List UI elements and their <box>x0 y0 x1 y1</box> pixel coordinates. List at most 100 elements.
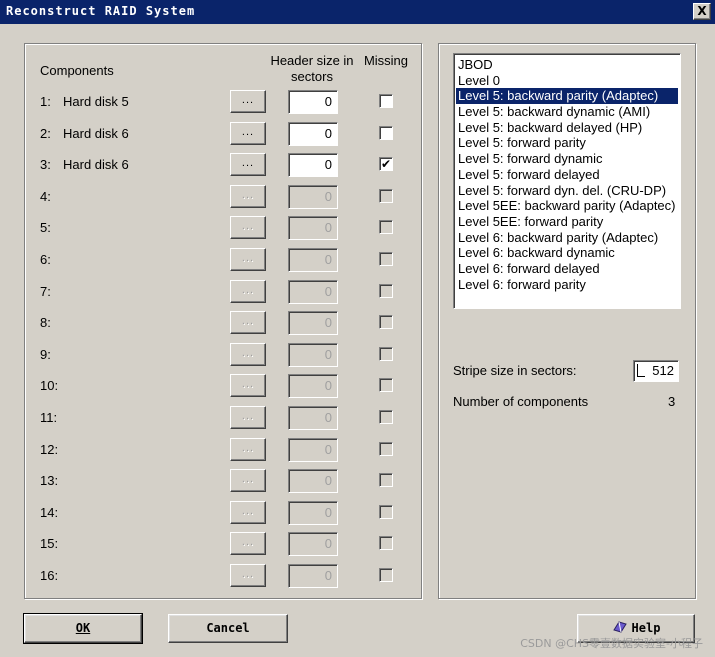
missing-checkbox[interactable] <box>379 410 393 424</box>
component-label: 11: <box>40 410 63 425</box>
component-number: 4: <box>40 189 51 204</box>
component-label: 10: <box>40 378 63 393</box>
stripe-size-value: 512 <box>652 363 674 378</box>
browse-button[interactable]: ... <box>230 216 266 239</box>
component-label: 14: <box>40 505 63 520</box>
raid-level-item[interactable]: Level 5: backward parity (Adaptec) <box>456 88 678 105</box>
header-size-input[interactable]: 0 <box>288 438 338 462</box>
component-number: 1: <box>40 94 51 109</box>
missing-checkbox[interactable] <box>379 505 393 519</box>
ok-button[interactable]: OK <box>23 613 143 644</box>
watermark: CSDN @CHS零壹数据实验室-小程子 <box>520 637 703 650</box>
close-button[interactable]: X <box>693 3 711 20</box>
missing-checkbox[interactable] <box>379 347 393 361</box>
header-size-input[interactable]: 0 <box>288 501 338 525</box>
stripe-size-input[interactable]: 512 <box>633 360 679 382</box>
browse-button[interactable]: ... <box>230 280 266 303</box>
raid-level-item[interactable]: Level 6: forward delayed <box>456 261 678 277</box>
help-label: Help <box>631 621 661 635</box>
components-header: Components <box>40 63 114 78</box>
header-size-input[interactable]: 0 <box>288 311 338 335</box>
browse-button[interactable]: ... <box>230 248 266 271</box>
header-size-input[interactable]: 0 <box>288 374 338 398</box>
raid-level-item[interactable]: Level 6: backward dynamic <box>456 245 678 261</box>
header-size-input[interactable]: 0 <box>288 153 338 177</box>
component-label: 2: Hard disk 6 <box>40 126 129 141</box>
header-size-input[interactable]: 0 <box>288 532 338 556</box>
raid-level-item[interactable]: Level 5: backward delayed (HP) <box>456 120 678 136</box>
component-number: 5: <box>40 220 51 235</box>
missing-checkbox[interactable] <box>379 473 393 487</box>
raid-level-item[interactable]: Level 5: forward dyn. del. (CRU-DP) <box>456 183 678 199</box>
missing-checkbox[interactable] <box>379 189 393 203</box>
raid-level-item[interactable]: Level 0 <box>456 73 678 89</box>
header-size-input[interactable]: 0 <box>288 122 338 146</box>
missing-checkbox[interactable] <box>379 284 393 298</box>
browse-button[interactable]: ... <box>230 564 266 587</box>
raid-level-list[interactable]: JBOD Level 0 Level 5: backward parity (Ada… <box>453 53 681 309</box>
browse-button[interactable]: ... <box>230 90 266 113</box>
header-size-input[interactable]: 0 <box>288 90 338 114</box>
component-number: 14: <box>40 505 59 520</box>
component-name: Hard disk 5 <box>63 94 129 109</box>
header-size-input[interactable]: 0 <box>288 248 338 272</box>
component-label: 8: <box>40 315 63 330</box>
missing-checkbox[interactable] <box>379 568 393 582</box>
component-number: 8: <box>40 315 51 330</box>
missing-checkbox[interactable]: ✔ <box>379 157 393 171</box>
header-size-input[interactable]: 0 <box>288 185 338 209</box>
title-bar[interactable]: Reconstruct RAID System X <box>0 0 715 24</box>
browse-button[interactable]: ... <box>230 185 266 208</box>
browse-button[interactable]: ... <box>230 374 266 397</box>
browse-button[interactable]: ... <box>230 122 266 145</box>
header-size-input[interactable]: 0 <box>288 406 338 430</box>
cancel-button[interactable]: Cancel <box>168 614 288 643</box>
missing-checkbox[interactable] <box>379 252 393 266</box>
header-size-input[interactable]: 0 <box>288 280 338 304</box>
browse-button[interactable]: ... <box>230 532 266 555</box>
missing-checkbox[interactable] <box>379 536 393 550</box>
raid-level-item[interactable]: Level 5: forward parity <box>456 135 678 151</box>
browse-button[interactable]: ... <box>230 469 266 492</box>
cancel-label: Cancel <box>206 621 250 635</box>
browse-button[interactable]: ... <box>230 153 266 176</box>
missing-checkbox[interactable] <box>379 126 393 140</box>
raid-level-item[interactable]: Level 5EE: forward parity <box>456 214 678 230</box>
component-number: 3: <box>40 157 51 172</box>
raid-level-item[interactable]: Level 6: forward parity <box>456 277 678 293</box>
component-number: 16: <box>40 568 59 583</box>
raid-level-item[interactable]: Level 5EE: backward parity (Adaptec) <box>456 198 678 214</box>
help-icon <box>612 621 627 633</box>
header-size-header: Header size in sectors <box>270 53 354 84</box>
header-size-input[interactable]: 0 <box>288 216 338 240</box>
component-label: 13: <box>40 473 63 488</box>
component-label: 3: Hard disk 6 <box>40 157 129 172</box>
missing-checkbox[interactable] <box>379 378 393 392</box>
component-name: Hard disk 6 <box>63 157 129 172</box>
raid-level-item[interactable]: Level 5: backward dynamic (AMI) <box>456 104 678 120</box>
raid-level-item[interactable]: JBOD <box>456 57 678 73</box>
stripe-size-label: Stripe size in sectors: <box>453 363 577 378</box>
missing-checkbox[interactable] <box>379 220 393 234</box>
browse-button[interactable]: ... <box>230 406 266 429</box>
window-title: Reconstruct RAID System <box>6 4 196 18</box>
browse-button[interactable]: ... <box>230 343 266 366</box>
component-number: 11: <box>40 410 58 425</box>
component-number: 10: <box>40 378 59 393</box>
header-size-input[interactable]: 0 <box>288 564 338 588</box>
browse-button[interactable]: ... <box>230 311 266 334</box>
missing-checkbox[interactable] <box>379 94 393 108</box>
missing-checkbox[interactable] <box>379 442 393 456</box>
missing-checkbox[interactable] <box>379 315 393 329</box>
raid-level-item[interactable]: Level 5: forward delayed <box>456 167 678 183</box>
browse-button[interactable]: ... <box>230 438 266 461</box>
component-number: 6: <box>40 252 51 267</box>
header-size-input[interactable]: 0 <box>288 469 338 493</box>
browse-button[interactable]: ... <box>230 501 266 524</box>
ok-label: OK <box>75 621 91 635</box>
raid-level-item[interactable]: Level 6: backward parity (Adaptec) <box>456 230 678 246</box>
component-label: 9: <box>40 347 63 362</box>
component-name: Hard disk 6 <box>63 126 129 141</box>
raid-level-item[interactable]: Level 5: forward dynamic <box>456 151 678 167</box>
header-size-input[interactable]: 0 <box>288 343 338 367</box>
